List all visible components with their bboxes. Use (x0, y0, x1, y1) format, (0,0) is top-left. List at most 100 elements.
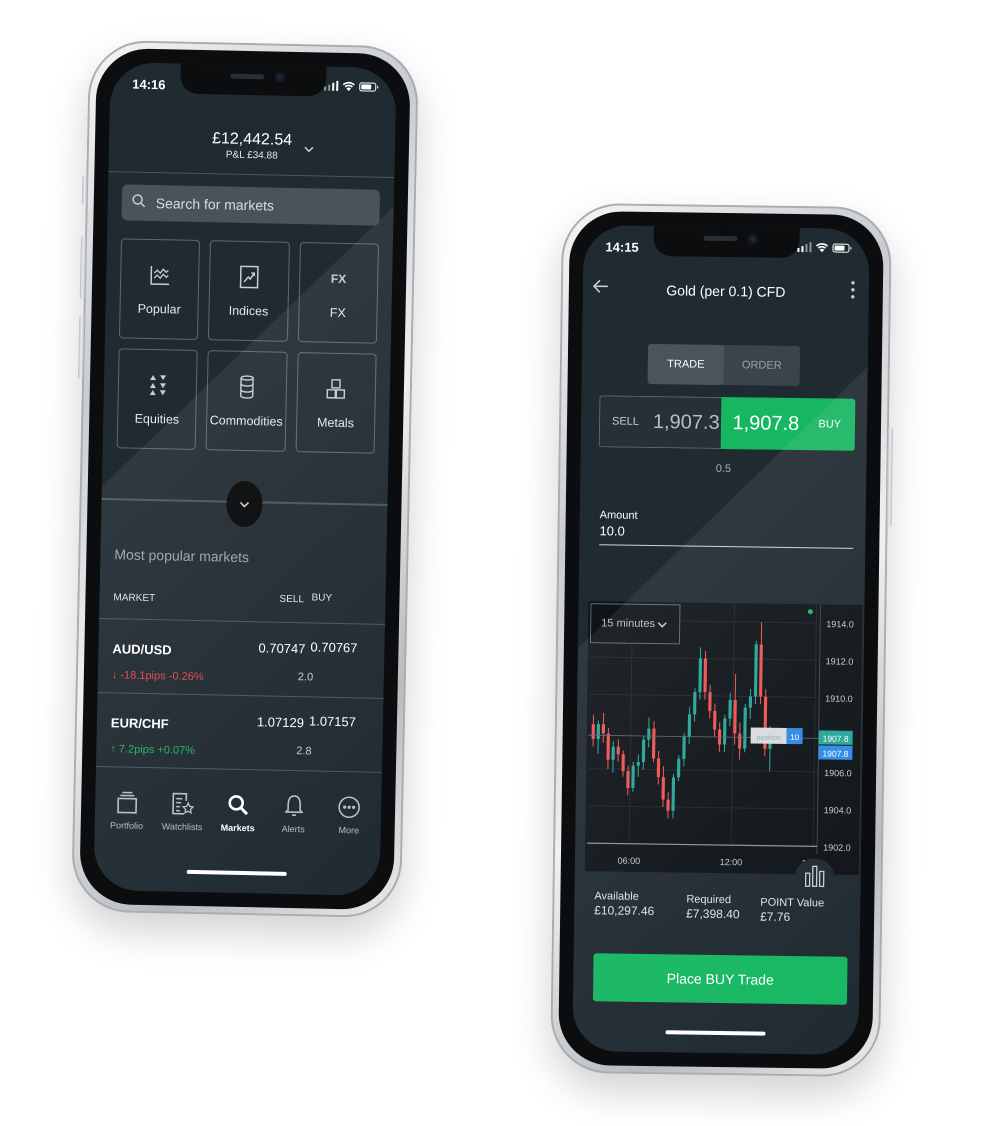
mute-switch (81, 175, 88, 206)
tab-alerts[interactable]: Alerts (264, 792, 322, 895)
position-label: position (757, 735, 781, 742)
candle-body (693, 691, 697, 715)
candle-body (671, 777, 676, 811)
y-tick-label: 1902.0 (823, 842, 851, 852)
arrow-down-icon: ↓ (111, 669, 121, 682)
candle-body (738, 733, 742, 749)
category-fx[interactable]: FX FX (297, 242, 379, 344)
status-bar: 14:15 (583, 225, 869, 265)
buy-price-tag-label: 1907.8 (823, 733, 849, 743)
status-time: 14:16 (132, 76, 166, 93)
category-equities[interactable]: Equities (116, 348, 199, 450)
candle-body (676, 758, 681, 778)
market-table-header: MARKET SELL BUY (113, 592, 371, 617)
watchlist-icon (170, 790, 195, 818)
market-name: AUD/USD (112, 641, 172, 658)
tab-order[interactable]: ORDER (724, 345, 801, 386)
candle-body (703, 658, 708, 693)
wifi-icon (342, 81, 355, 92)
category-commodities[interactable]: Commodities (205, 350, 288, 452)
price-chart[interactable]: 1914.0 1912.0 1910.0 1906.0 1904.0 1902.0 06:0… (584, 601, 863, 875)
amount-input[interactable]: 10.0 (599, 523, 854, 549)
tab-markets[interactable]: Markets (209, 790, 267, 893)
price-change: ↓ -18.1pips -0.26% (111, 669, 204, 684)
header-market: MARKET (113, 592, 156, 605)
buy-price[interactable]: 1.07157 (309, 713, 356, 729)
x-tick-label: 06:00 (618, 856, 641, 866)
timeframe-value: 15 minutes (601, 617, 656, 631)
more-icon (337, 793, 362, 821)
fx-icon: FX (330, 271, 347, 287)
sell-price[interactable]: 0.70747 (258, 640, 305, 656)
y-tick-label: 1914.0 (826, 619, 854, 629)
timeframe-select[interactable]: 15 minutes (589, 603, 681, 645)
market-row[interactable]: EUR/CHF 1.07129 1.07157 2.8 ↑ 7.2pips +0… (95, 691, 384, 772)
category-grid: Popular Indices FX FX Equities Commoditi… (116, 238, 379, 454)
gridline (812, 604, 818, 847)
chevron-down-icon[interactable] (304, 140, 314, 153)
trend-up-icon (239, 264, 260, 290)
sell-button[interactable]: SELL 1,907.3 (598, 395, 721, 449)
candle-body (656, 758, 661, 778)
spread: 2.0 (297, 671, 314, 684)
amount-label: Amount (599, 509, 638, 522)
page-title: Gold (per 0.1) CFD (666, 282, 786, 300)
search-input[interactable]: Search for markets (121, 184, 381, 226)
bell-icon (284, 792, 303, 820)
candle-body (596, 724, 600, 740)
candle-body (616, 746, 620, 755)
market-row[interactable]: AUD/USD 0.70747 0.70767 2.0 ↓ -18.1pips … (97, 617, 385, 698)
tab-trade[interactable]: TRADE (647, 343, 725, 386)
triangles-icon (147, 372, 168, 398)
candle-body (722, 718, 727, 745)
place-trade-button[interactable]: Place BUY Trade (592, 953, 848, 1005)
chevron-down-icon (657, 621, 667, 628)
line-chart-icon (149, 262, 172, 288)
tab-portfolio[interactable]: Portfolio (97, 788, 155, 891)
expand-categories-button[interactable] (225, 480, 263, 528)
kebab-menu-icon[interactable] (851, 281, 855, 304)
candle-body (708, 692, 712, 711)
position-size: 10 (790, 733, 800, 742)
power-button (886, 427, 893, 528)
bar-chart-icon (804, 865, 825, 892)
search-placeholder: Search for markets (155, 195, 275, 214)
chevron-down-icon (239, 495, 250, 513)
buy-price[interactable]: 0.70767 (310, 639, 357, 655)
candle-body (733, 699, 737, 734)
volume-down-button (78, 315, 85, 380)
phone-markets: 14:16 £12,442.54 P&L £34.88 Search for m… (70, 39, 420, 919)
candle-body (682, 736, 686, 759)
buy-button[interactable]: 1,907.8 BUY (720, 396, 856, 451)
candle-body (753, 644, 758, 697)
search-icon (132, 193, 146, 212)
buy-label: BUY (818, 418, 842, 431)
candle-body (698, 658, 703, 693)
markets-screen: 14:16 £12,442.54 P&L £34.88 Search for m… (93, 62, 397, 896)
gridline (589, 693, 820, 698)
spread: 2.8 (296, 745, 312, 758)
tab-more[interactable]: More (320, 793, 378, 896)
category-indices[interactable]: Indices (208, 240, 290, 342)
candle-body (647, 728, 651, 740)
home-indicator[interactable] (665, 1030, 766, 1036)
tab-watchlists[interactable]: Watchlists (153, 789, 211, 892)
category-label: Commodities (209, 413, 283, 429)
price-change: ↑ 7.2pips +0.07% (110, 743, 196, 758)
category-metals[interactable]: Metals (295, 352, 377, 454)
candle-body (666, 799, 670, 811)
gold-bars-icon (326, 376, 347, 402)
portfolio-icon (116, 788, 139, 816)
candle-body (687, 714, 692, 737)
account-header[interactable]: £12,442.54 P&L £34.88 (108, 106, 396, 179)
candle-body (636, 761, 640, 766)
status-bar: 14:16 (110, 62, 397, 104)
spread: 0.5 (715, 462, 732, 476)
category-popular[interactable]: Popular (118, 238, 201, 340)
barrel-icon (239, 374, 256, 400)
wifi-icon (815, 242, 829, 253)
sell-price[interactable]: 1.07129 (257, 714, 304, 730)
candle-body (748, 696, 753, 708)
account-balance: £12,442.54 (211, 130, 293, 149)
arrow-up-icon: ↑ (110, 743, 119, 756)
